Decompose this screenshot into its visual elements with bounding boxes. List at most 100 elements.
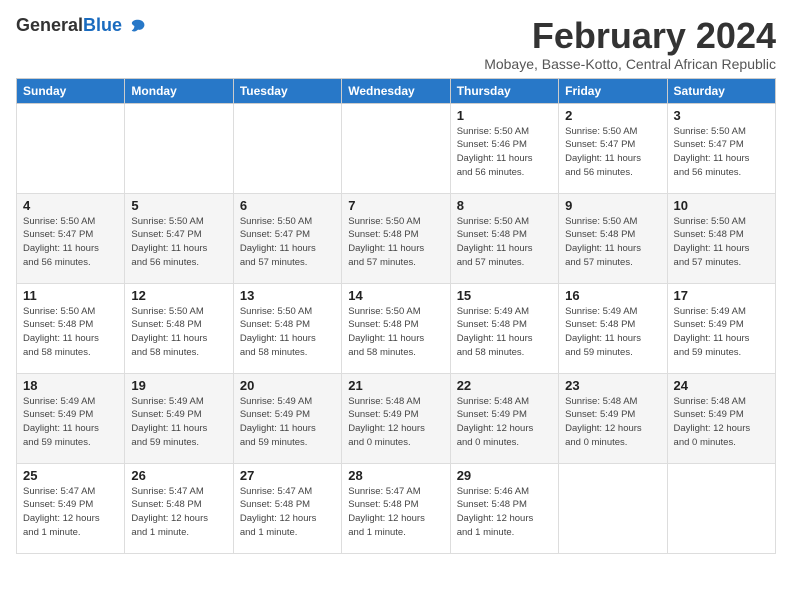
day-info: Sunrise: 5:50 AMSunset: 5:47 PMDaylight:… (674, 125, 769, 180)
day-number: 20 (240, 378, 335, 393)
title-area: February 2024 Mobaye, Basse-Kotto, Centr… (484, 16, 776, 72)
day-number: 2 (565, 108, 660, 123)
day-number: 18 (23, 378, 118, 393)
day-info: Sunrise: 5:50 AMSunset: 5:48 PMDaylight:… (348, 305, 443, 360)
day-number: 8 (457, 198, 552, 213)
logo: GeneralBlue (16, 16, 147, 36)
column-header-sunday: Sunday (17, 78, 125, 103)
calendar-cell: 21 Sunrise: 5:48 AMSunset: 5:49 PMDayligh… (342, 373, 450, 463)
calendar-cell: 17 Sunrise: 5:49 AMSunset: 5:49 PMDayligh… (667, 283, 775, 373)
column-header-friday: Friday (559, 78, 667, 103)
column-header-saturday: Saturday (667, 78, 775, 103)
calendar-cell: 24 Sunrise: 5:48 AMSunset: 5:49 PMDayligh… (667, 373, 775, 463)
day-info: Sunrise: 5:48 AMSunset: 5:49 PMDaylight:… (457, 395, 552, 450)
day-info: Sunrise: 5:49 AMSunset: 5:49 PMDaylight:… (23, 395, 118, 450)
day-number: 5 (131, 198, 226, 213)
day-number: 19 (131, 378, 226, 393)
day-info: Sunrise: 5:50 AMSunset: 5:46 PMDaylight:… (457, 125, 552, 180)
day-number: 6 (240, 198, 335, 213)
day-number: 10 (674, 198, 769, 213)
calendar-cell (342, 103, 450, 193)
day-info: Sunrise: 5:50 AMSunset: 5:48 PMDaylight:… (674, 215, 769, 270)
day-info: Sunrise: 5:48 AMSunset: 5:49 PMDaylight:… (565, 395, 660, 450)
day-info: Sunrise: 5:50 AMSunset: 5:48 PMDaylight:… (457, 215, 552, 270)
day-info: Sunrise: 5:50 AMSunset: 5:48 PMDaylight:… (23, 305, 118, 360)
logo-general: General (16, 15, 83, 35)
calendar-cell: 20 Sunrise: 5:49 AMSunset: 5:49 PMDayligh… (233, 373, 341, 463)
day-info: Sunrise: 5:50 AMSunset: 5:48 PMDaylight:… (348, 215, 443, 270)
calendar-cell: 7 Sunrise: 5:50 AMSunset: 5:48 PMDaylight… (342, 193, 450, 283)
calendar-cell: 22 Sunrise: 5:48 AMSunset: 5:49 PMDayligh… (450, 373, 558, 463)
column-header-monday: Monday (125, 78, 233, 103)
day-info: Sunrise: 5:49 AMSunset: 5:49 PMDaylight:… (674, 305, 769, 360)
page-header: GeneralBlue February 2024 Mobaye, Basse-… (16, 16, 776, 72)
calendar-title: February 2024 (484, 16, 776, 56)
calendar-cell: 9 Sunrise: 5:50 AMSunset: 5:48 PMDaylight… (559, 193, 667, 283)
calendar-cell: 2Sunrise: 5:50 AMSunset: 5:47 PMDaylight… (559, 103, 667, 193)
calendar-cell: 12Sunrise: 5:50 AMSunset: 5:48 PMDayligh… (125, 283, 233, 373)
logo-blue: Blue (83, 15, 122, 35)
calendar-subtitle: Mobaye, Basse-Kotto, Central African Rep… (484, 56, 776, 72)
day-number: 3 (674, 108, 769, 123)
day-number: 24 (674, 378, 769, 393)
day-info: Sunrise: 5:49 AMSunset: 5:49 PMDaylight:… (240, 395, 335, 450)
calendar-cell: 1 Sunrise: 5:50 AMSunset: 5:46 PMDaylight… (450, 103, 558, 193)
day-info: Sunrise: 5:50 AMSunset: 5:48 PMDaylight:… (240, 305, 335, 360)
logo-text: GeneralBlue (16, 16, 147, 36)
calendar-cell: 10 Sunrise: 5:50 AMSunset: 5:48 PMDayligh… (667, 193, 775, 283)
column-header-tuesday: Tuesday (233, 78, 341, 103)
calendar-cell (125, 103, 233, 193)
calendar-cell: 27 Sunrise: 5:47 AMSunset: 5:48 PMDayligh… (233, 463, 341, 553)
column-header-wednesday: Wednesday (342, 78, 450, 103)
calendar-cell (233, 103, 341, 193)
day-number: 9 (565, 198, 660, 213)
day-info: Sunrise: 5:47 AMSunset: 5:49 PMDaylight:… (23, 485, 118, 540)
day-number: 16 (565, 288, 660, 303)
calendar-cell: 5Sunrise: 5:50 AMSunset: 5:47 PMDaylight… (125, 193, 233, 283)
day-number: 14 (348, 288, 443, 303)
day-number: 1 (457, 108, 552, 123)
day-number: 26 (131, 468, 226, 483)
calendar-body: 1 Sunrise: 5:50 AMSunset: 5:46 PMDaylight… (17, 103, 776, 553)
day-info: Sunrise: 5:49 AMSunset: 5:49 PMDaylight:… (131, 395, 226, 450)
day-info: Sunrise: 5:48 AMSunset: 5:49 PMDaylight:… (674, 395, 769, 450)
calendar-cell: 29 Sunrise: 5:46 AMSunset: 5:48 PMDayligh… (450, 463, 558, 553)
calendar-cell (559, 463, 667, 553)
calendar-cell: 19 Sunrise: 5:49 AMSunset: 5:49 PMDayligh… (125, 373, 233, 463)
column-header-thursday: Thursday (450, 78, 558, 103)
calendar-cell: 25Sunrise: 5:47 AMSunset: 5:49 PMDayligh… (17, 463, 125, 553)
calendar-week-4: 25Sunrise: 5:47 AMSunset: 5:49 PMDayligh… (17, 463, 776, 553)
day-number: 27 (240, 468, 335, 483)
day-info: Sunrise: 5:47 AMSunset: 5:48 PMDaylight:… (131, 485, 226, 540)
calendar-week-3: 18 Sunrise: 5:49 AMSunset: 5:49 PMDayligh… (17, 373, 776, 463)
day-number: 7 (348, 198, 443, 213)
day-info: Sunrise: 5:48 AMSunset: 5:49 PMDaylight:… (348, 395, 443, 450)
day-number: 12 (131, 288, 226, 303)
day-number: 15 (457, 288, 552, 303)
calendar-week-2: 11Sunrise: 5:50 AMSunset: 5:48 PMDayligh… (17, 283, 776, 373)
calendar-cell: 3 Sunrise: 5:50 AMSunset: 5:47 PMDaylight… (667, 103, 775, 193)
day-number: 13 (240, 288, 335, 303)
day-info: Sunrise: 5:50 AMSunset: 5:48 PMDaylight:… (565, 215, 660, 270)
calendar-cell: 26 Sunrise: 5:47 AMSunset: 5:48 PMDayligh… (125, 463, 233, 553)
day-info: Sunrise: 5:47 AMSunset: 5:48 PMDaylight:… (240, 485, 335, 540)
day-info: Sunrise: 5:49 AMSunset: 5:48 PMDaylight:… (565, 305, 660, 360)
day-number: 23 (565, 378, 660, 393)
calendar-cell: 4Sunrise: 5:50 AMSunset: 5:47 PMDaylight… (17, 193, 125, 283)
day-number: 22 (457, 378, 552, 393)
day-number: 29 (457, 468, 552, 483)
calendar-cell: 14 Sunrise: 5:50 AMSunset: 5:48 PMDayligh… (342, 283, 450, 373)
day-number: 4 (23, 198, 118, 213)
day-number: 17 (674, 288, 769, 303)
calendar-cell: 11Sunrise: 5:50 AMSunset: 5:48 PMDayligh… (17, 283, 125, 373)
day-info: Sunrise: 5:50 AMSunset: 5:47 PMDaylight:… (240, 215, 335, 270)
calendar-week-1: 4 Sunrise: 5:50 AMSunset: 5:47 PMDaylight… (17, 193, 776, 283)
calendar-week-0: 1 Sunrise: 5:50 AMSunset: 5:46 PMDaylight… (17, 103, 776, 193)
calendar-cell: 6 Sunrise: 5:50 AMSunset: 5:47 PMDaylight… (233, 193, 341, 283)
calendar-cell: 16 Sunrise: 5:49 AMSunset: 5:48 PMDayligh… (559, 283, 667, 373)
day-number: 28 (348, 468, 443, 483)
calendar-cell: 28Sunrise: 5:47 AMSunset: 5:48 PMDayligh… (342, 463, 450, 553)
day-info: Sunrise: 5:46 AMSunset: 5:48 PMDaylight:… (457, 485, 552, 540)
day-number: 21 (348, 378, 443, 393)
calendar-cell: 23 Sunrise: 5:48 AMSunset: 5:49 PMDayligh… (559, 373, 667, 463)
